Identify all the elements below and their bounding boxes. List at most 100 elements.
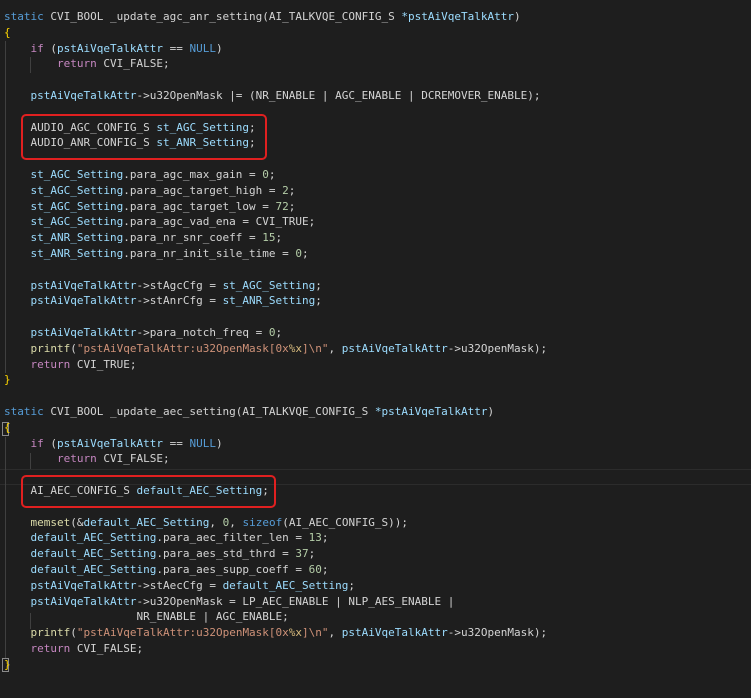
code-token: 0	[262, 168, 269, 181]
code-token: sizeof	[242, 515, 283, 529]
code-token: %x	[288, 626, 303, 640]
code-token: (AI_AEC_CONFIG_S));	[282, 515, 409, 529]
code-line[interactable]: st_ANR_Setting.para_nr_snr_coeff = 15;	[4, 230, 283, 246]
code-token: st_AGC_Setting	[30, 199, 124, 213]
code-token: 60	[308, 563, 322, 576]
code-token: ==	[162, 436, 190, 450]
code-editor[interactable]: static CVI_BOOL _update_agc_anr_setting(…	[0, 0, 751, 698]
code-line[interactable]: return CVI_FALSE;	[4, 56, 170, 72]
code-token: ;	[275, 231, 283, 245]
code-token: st_AGC_Setting	[30, 183, 124, 197]
code-line[interactable]: st_AGC_Setting.para_agc_target_low = 72;	[4, 199, 296, 215]
code-token: ;	[315, 278, 322, 292]
code-token: ;	[275, 326, 283, 339]
code-token: default_AEC_Setting	[83, 515, 210, 529]
code-token: pstAiVqeTalkAttr	[30, 278, 137, 292]
code-token: ;	[308, 547, 316, 561]
code-line[interactable]: return CVI_FALSE;	[4, 451, 170, 467]
code-token: ;	[315, 294, 322, 308]
code-token: (	[70, 626, 77, 640]
code-token: {	[4, 420, 11, 434]
code-line[interactable]: default_AEC_Setting.para_aes_std_thrd = …	[4, 546, 316, 562]
code-line[interactable]: printf("pstAiVqeTalkAttr:u32OpenMask[0x%…	[4, 341, 548, 357]
code-token: "pstAiVqeTalkAttr:u32OpenMask[0x	[76, 341, 289, 355]
highlight-box-aec-declaration	[21, 475, 276, 508]
code-line[interactable]: pstAiVqeTalkAttr->para_notch_freq = 0;	[4, 325, 283, 341]
code-token: )	[215, 436, 223, 450]
code-line[interactable]: {	[4, 420, 11, 436]
code-line[interactable]: if (pstAiVqeTalkAttr == NULL)	[4, 436, 223, 452]
code-token: ,	[328, 341, 342, 355]
code-line[interactable]: }	[4, 657, 11, 673]
code-token: pstAiVqeTalkAttr	[30, 326, 137, 339]
code-line[interactable]: pstAiVqeTalkAttr->stAnrCfg = st_ANR_Sett…	[4, 293, 322, 309]
code-token: (	[70, 341, 77, 355]
code-line[interactable]: st_AGC_Setting.para_agc_max_gain = 0;	[4, 167, 276, 183]
code-line[interactable]: pstAiVqeTalkAttr->stAgcCfg = st_AGC_Sett…	[4, 278, 322, 294]
code-token: ;	[321, 531, 329, 545]
code-token: %x	[288, 341, 303, 355]
code-token: *pstAiVqeTalkAttr	[401, 10, 514, 23]
code-token: ==	[162, 41, 190, 55]
code-token: ,	[209, 515, 223, 529]
code-line[interactable]: printf("pstAiVqeTalkAttr:u32OpenMask[0x%…	[4, 625, 548, 641]
code-token: if	[30, 41, 44, 55]
code-line[interactable]: pstAiVqeTalkAttr->u32OpenMask |= (NR_ENA…	[4, 88, 541, 104]
code-token: }	[4, 657, 11, 671]
code-line[interactable]: return CVI_FALSE;	[4, 641, 144, 657]
code-line[interactable]: static CVI_BOOL _update_aec_setting(AI_T…	[4, 404, 494, 420]
code-line[interactable]: st_AGC_Setting.para_agc_target_high = 2;	[4, 183, 296, 199]
code-line[interactable]: return CVI_TRUE;	[4, 357, 137, 373]
code-token: st_ANR_Setting	[30, 231, 124, 245]
code-token: 0	[268, 326, 276, 339]
code-token: CVI_FALSE;	[70, 642, 144, 655]
code-token: if	[30, 436, 44, 450]
code-line[interactable]: pstAiVqeTalkAttr->u32OpenMask = LP_AEC_E…	[4, 594, 455, 610]
code-line[interactable]: default_AEC_Setting.para_aes_supp_coeff …	[4, 562, 329, 578]
code-line[interactable]: }	[4, 372, 11, 388]
code-token: memset	[30, 515, 71, 529]
code-token: st_ANR_Setting	[30, 247, 124, 260]
code-line[interactable]: st_AGC_Setting.para_agc_vad_ena = CVI_TR…	[4, 214, 316, 230]
code-token: .para_agc_target_high =	[123, 183, 283, 197]
code-token: 2	[282, 183, 289, 197]
code-token: pstAiVqeTalkAttr	[341, 341, 448, 355]
code-token: (&	[70, 515, 84, 529]
code-token: return	[56, 57, 97, 71]
code-token: .para_aec_filter_len =	[156, 531, 309, 545]
code-token: return	[30, 642, 71, 655]
code-token: .para_aes_supp_coeff =	[156, 563, 309, 576]
code-token: printf	[30, 341, 71, 355]
code-token: 72	[275, 199, 289, 213]
code-line[interactable]: memset(&default_AEC_Setting, 0, sizeof(A…	[4, 515, 409, 531]
code-token: ]\n"	[302, 341, 329, 355]
code-token: st_AGC_Setting	[30, 215, 124, 229]
code-line[interactable]: st_ANR_Setting.para_nr_init_sile_time = …	[4, 246, 309, 262]
code-token: ->stAgcCfg =	[136, 278, 223, 292]
code-line[interactable]: pstAiVqeTalkAttr->stAecCfg = default_AEC…	[4, 578, 356, 594]
code-token: 15	[262, 231, 276, 245]
code-line[interactable]: static CVI_BOOL _update_agc_anr_setting(…	[4, 9, 521, 25]
code-token: CVI_TRUE;	[70, 357, 137, 371]
code-line[interactable]: {	[4, 25, 11, 41]
code-line[interactable]: default_AEC_Setting.para_aec_filter_len …	[4, 530, 329, 546]
code-token: CVI_BOOL _update_agc_anr_setting(AI_TALK…	[50, 10, 402, 23]
code-line[interactable]: if (pstAiVqeTalkAttr == NULL)	[4, 41, 223, 57]
code-line[interactable]: NR_ENABLE | AGC_ENABLE;	[4, 609, 288, 625]
code-token: pstAiVqeTalkAttr	[57, 436, 163, 450]
